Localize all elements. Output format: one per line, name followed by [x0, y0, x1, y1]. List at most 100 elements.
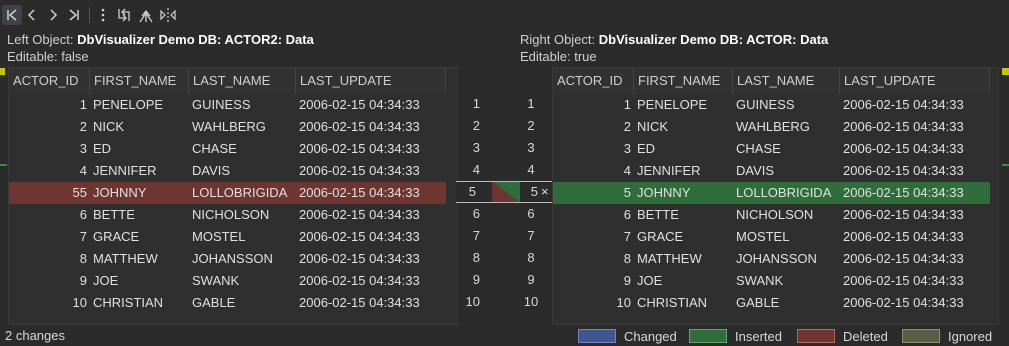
table-row[interactable]: 7 GRACE MOSTEL 2006-02-15 04:34:33	[9, 226, 446, 248]
table-cell[interactable]: 2	[9, 116, 90, 138]
table-cell[interactable]: 2006-02-15 04:34:33	[296, 182, 446, 204]
table-row[interactable]: 2 NICK WAHLBERG 2006-02-15 04:34:33	[9, 116, 446, 138]
table-cell[interactable]: 9	[9, 270, 90, 292]
table-cell[interactable]: 8	[9, 248, 90, 270]
table-cell[interactable]: LOLLOBRIGIDA	[189, 182, 296, 204]
table-row[interactable]: 3 ED CHASE 2006-02-15 04:34:33	[553, 138, 990, 160]
left-data-grid[interactable]: ACTOR_ID FIRST_NAME LAST_NAME LAST_UPDAT…	[8, 67, 458, 325]
table-cell[interactable]: JOHANSSON	[733, 248, 840, 270]
table-cell[interactable]: CHASE	[189, 138, 296, 160]
table-cell[interactable]: 5	[553, 182, 634, 204]
next-diff-icon[interactable]	[43, 5, 63, 25]
table-cell[interactable]: 55	[9, 182, 90, 204]
column-header[interactable]: LAST_NAME	[189, 68, 296, 94]
table-cell[interactable]: JENNIFER	[90, 160, 189, 182]
table-cell[interactable]: 2006-02-15 04:34:33	[840, 160, 990, 182]
column-header[interactable]: ACTOR_ID	[9, 68, 90, 94]
more-vert-icon[interactable]	[93, 5, 113, 25]
table-cell[interactable]: MATTHEW	[634, 248, 733, 270]
table-cell[interactable]: 2006-02-15 04:34:33	[296, 248, 446, 270]
table-cell[interactable]: ED	[634, 138, 733, 160]
table-row[interactable]: 1 PENELOPE GUINESS 2006-02-15 04:34:33	[9, 94, 446, 116]
table-cell[interactable]: 2006-02-15 04:34:33	[296, 292, 446, 314]
prev-diff-icon[interactable]	[22, 5, 42, 25]
table-row[interactable]: 4 JENNIFER DAVIS 2006-02-15 04:34:33	[9, 160, 446, 182]
table-row[interactable]: 9 JOE SWANK 2006-02-15 04:34:33	[553, 270, 990, 292]
right-data-grid[interactable]: ACTOR_ID FIRST_NAME LAST_NAME LAST_UPDAT…	[552, 67, 999, 325]
table-cell[interactable]: 2006-02-15 04:34:33	[296, 270, 446, 292]
table-row[interactable]: 2 NICK WAHLBERG 2006-02-15 04:34:33	[553, 116, 990, 138]
table-cell[interactable]: MOSTEL	[189, 226, 296, 248]
table-cell[interactable]: WAHLBERG	[733, 116, 840, 138]
table-cell[interactable]: 4	[553, 160, 634, 182]
table-row[interactable]: 9 JOE SWANK 2006-02-15 04:34:33	[9, 270, 446, 292]
table-cell[interactable]: MATTHEW	[90, 248, 189, 270]
table-cell[interactable]: 2006-02-15 04:34:33	[840, 204, 990, 226]
table-cell[interactable]: GRACE	[90, 226, 189, 248]
table-cell[interactable]: 2006-02-15 04:34:33	[840, 182, 990, 204]
table-cell[interactable]: BETTE	[90, 204, 189, 226]
last-diff-icon[interactable]	[64, 5, 84, 25]
table-cell[interactable]: 2006-02-15 04:34:33	[296, 226, 446, 248]
table-cell[interactable]: JENNIFER	[634, 160, 733, 182]
merge-icon[interactable]	[136, 5, 156, 25]
table-cell[interactable]: NICHOLSON	[189, 204, 296, 226]
table-row[interactable]: 3 ED CHASE 2006-02-15 04:34:33	[9, 138, 446, 160]
table-cell[interactable]: JOE	[90, 270, 189, 292]
table-cell[interactable]: 6	[9, 204, 90, 226]
table-cell[interactable]: JOHANSSON	[189, 248, 296, 270]
column-header[interactable]: ACTOR_ID	[553, 68, 634, 94]
table-cell[interactable]: GUINESS	[189, 94, 296, 116]
table-cell[interactable]: 3	[9, 138, 90, 160]
table-cell[interactable]: 2006-02-15 04:34:33	[296, 94, 446, 116]
column-header[interactable]: FIRST_NAME	[634, 68, 733, 94]
table-cell[interactable]: 2	[553, 116, 634, 138]
table-cell[interactable]: PENELOPE	[634, 94, 733, 116]
table-cell[interactable]: SWANK	[733, 270, 840, 292]
table-cell[interactable]: JOE	[634, 270, 733, 292]
table-cell[interactable]: JOHNNY	[634, 182, 733, 204]
table-cell[interactable]: WAHLBERG	[189, 116, 296, 138]
column-header[interactable]: LAST_UPDATE	[840, 68, 990, 94]
table-cell[interactable]: NICK	[90, 116, 189, 138]
table-cell[interactable]: 2006-02-15 04:34:33	[840, 116, 990, 138]
table-cell[interactable]: 2006-02-15 04:34:33	[840, 292, 990, 314]
table-cell[interactable]: DAVIS	[189, 160, 296, 182]
table-cell[interactable]: 9	[553, 270, 634, 292]
table-cell[interactable]: BETTE	[634, 204, 733, 226]
table-cell[interactable]: 10	[9, 292, 90, 314]
table-cell[interactable]: GUINESS	[733, 94, 840, 116]
table-row[interactable]: 10 CHRISTIAN GABLE 2006-02-15 04:34:33	[9, 292, 446, 314]
table-cell[interactable]: GRACE	[634, 226, 733, 248]
table-row[interactable]: 8 MATTHEW JOHANSSON 2006-02-15 04:34:33	[553, 248, 990, 270]
reject-change-icon[interactable]: ×	[541, 181, 549, 203]
table-row[interactable]: 6 BETTE NICHOLSON 2006-02-15 04:34:33	[9, 204, 446, 226]
table-cell[interactable]: 2006-02-15 04:34:33	[840, 138, 990, 160]
column-header[interactable]: LAST_NAME	[733, 68, 840, 94]
table-cell[interactable]: PENELOPE	[90, 94, 189, 116]
table-cell[interactable]: 2006-02-15 04:34:33	[296, 204, 446, 226]
table-cell[interactable]: 1	[553, 94, 634, 116]
table-cell[interactable]: 2006-02-15 04:34:33	[296, 160, 446, 182]
table-cell[interactable]: 7	[9, 226, 90, 248]
table-cell[interactable]: CHASE	[733, 138, 840, 160]
table-row[interactable]: 10 CHRISTIAN GABLE 2006-02-15 04:34:33	[553, 292, 990, 314]
table-cell[interactable]: NICK	[634, 116, 733, 138]
table-row[interactable]: 5 JOHNNY LOLLOBRIGIDA 2006-02-15 04:34:33	[553, 182, 990, 204]
table-cell[interactable]: 2006-02-15 04:34:33	[840, 270, 990, 292]
table-cell[interactable]: JOHNNY	[90, 182, 189, 204]
table-cell[interactable]: ED	[90, 138, 189, 160]
table-cell[interactable]: 1	[9, 94, 90, 116]
table-cell[interactable]: 2006-02-15 04:34:33	[840, 94, 990, 116]
table-cell[interactable]: 2006-02-15 04:34:33	[296, 138, 446, 160]
table-cell[interactable]: 4	[9, 160, 90, 182]
table-row[interactable]: 55 JOHNNY LOLLOBRIGIDA 2006-02-15 04:34:33	[9, 182, 446, 204]
first-diff-icon[interactable]	[2, 5, 22, 25]
table-cell[interactable]: GABLE	[733, 292, 840, 314]
table-cell[interactable]: 8	[553, 248, 634, 270]
table-cell[interactable]: LOLLOBRIGIDA	[733, 182, 840, 204]
table-cell[interactable]: 7	[553, 226, 634, 248]
swap-icon[interactable]	[114, 5, 134, 25]
table-cell[interactable]: CHRISTIAN	[90, 292, 189, 314]
column-header[interactable]: FIRST_NAME	[90, 68, 189, 94]
